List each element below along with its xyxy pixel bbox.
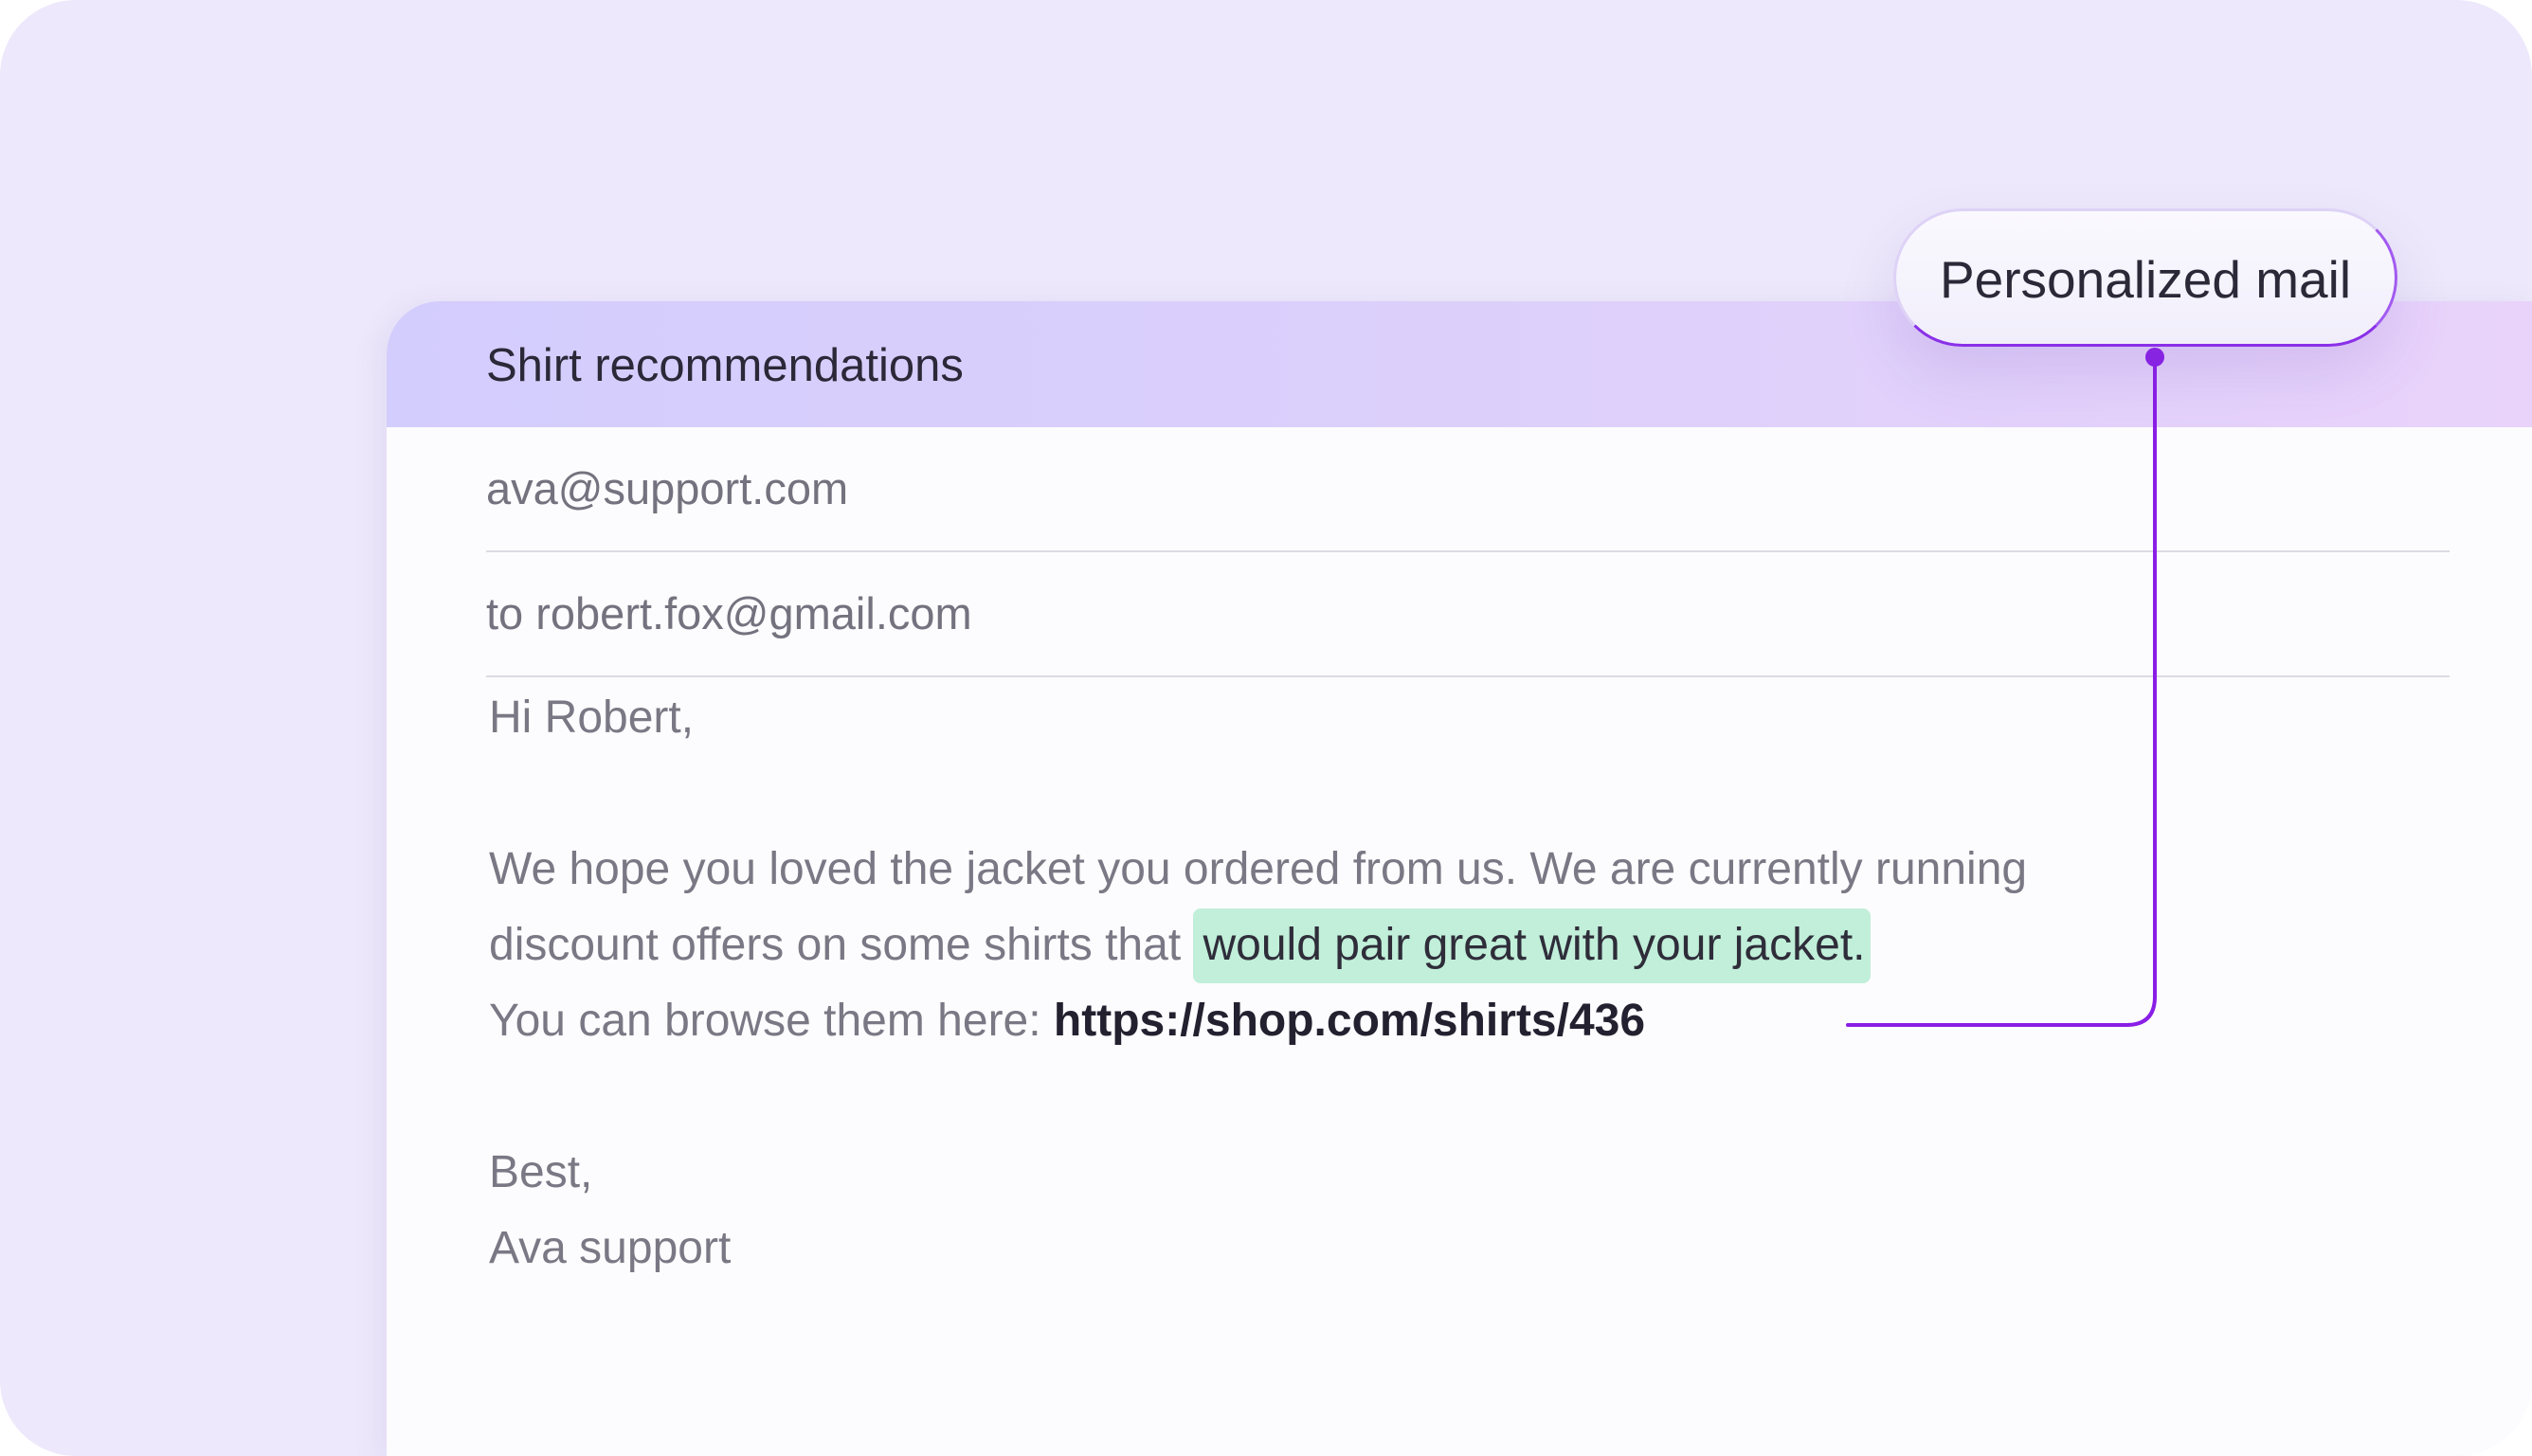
personalized-highlight: would pair great with your jacket. [1193,908,1872,983]
greeting-line: Hi Robert, [489,692,695,743]
body-line-3-text: You can browse them here: [489,996,1054,1046]
body-line-1: We hope you loved the jacket you ordered… [489,844,2028,894]
body-line-2-text: discount offers on some shirts that [489,920,1194,970]
badge-label: Personalized mail [1939,250,2352,309]
from-address: ava@support.com [486,463,849,513]
shop-link[interactable]: https://shop.com/shirts/436 [1054,996,1645,1046]
body-line-3: You can browse them here: https://shop.c… [489,983,2384,1059]
background-canvas: Shirt recommendations ava@support.com to… [0,0,2532,1456]
to-row: to robert.fox@gmail.com [486,552,2450,677]
signoff-line: Best, [489,1147,593,1197]
email-subject: Shirt recommendations [486,340,964,391]
email-body: Hi Robert, We hope you loved the jacket … [489,680,2384,1286]
from-row: ava@support.com [486,427,2450,552]
signature-line: Ava support [489,1223,732,1273]
body-line-2: discount offers on some shirts that woul… [489,908,2384,983]
personalized-mail-badge: Personalized mail [1893,208,2397,347]
email-card: Shirt recommendations ava@support.com to… [387,301,2532,1456]
to-address: to robert.fox@gmail.com [486,588,972,638]
